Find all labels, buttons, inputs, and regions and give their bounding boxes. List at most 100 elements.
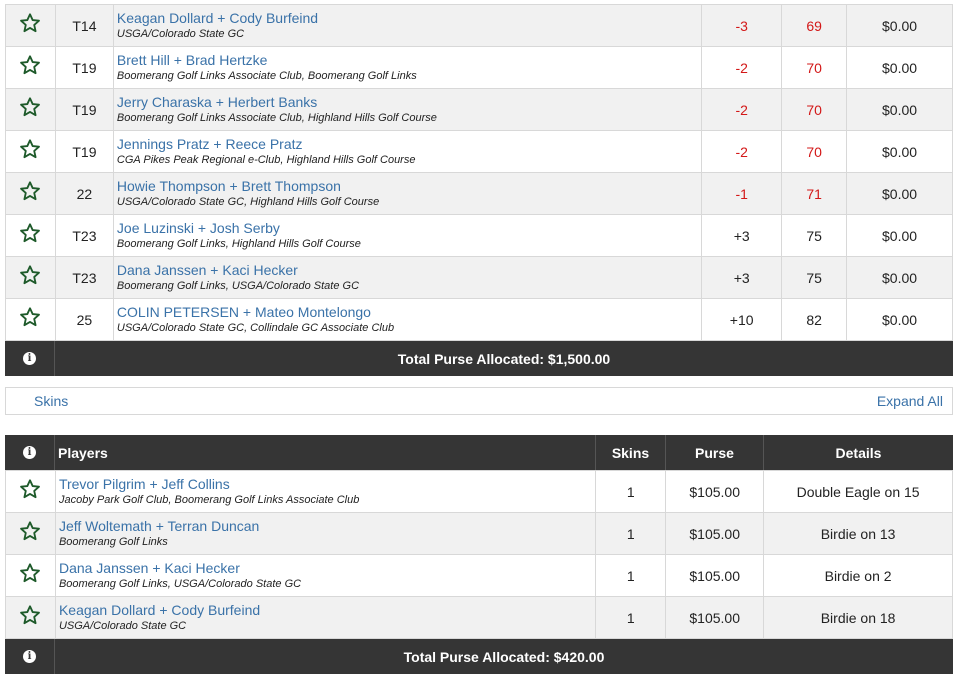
purse: $105.00: [689, 567, 740, 584]
team-clubs: Boomerang Golf Links, Highland Hills Gol…: [116, 237, 361, 250]
skins-total-purse: Total Purse Allocated: $420.00: [403, 648, 605, 665]
skins-table-header: i Players Skins Purse Details: [5, 435, 953, 470]
star-outline-icon[interactable]: [19, 478, 41, 500]
purse-header[interactable]: Purse: [666, 435, 764, 470]
team-names-link[interactable]: Jerry Charaska + Herbert Banks: [114, 94, 701, 111]
team-clubs: USGA/Colorado State GC: [116, 27, 245, 40]
to-par: -2: [735, 59, 748, 76]
skins-table: Trevor Pilgrim + Jeff Collins Jacoby Park…: [5, 470, 953, 639]
position: T14: [72, 17, 97, 34]
leaderboard-row: T19 Jennings Pratz + Reece Pratz CGA Pikes…: [5, 130, 953, 173]
skin-details: Double Eagle on 15: [796, 483, 920, 500]
purse: $105.00: [689, 483, 740, 500]
team-clubs: Boomerang Golf Links: [58, 535, 168, 548]
team-names-link[interactable]: Keagan Dollard + Cody Burfeind: [114, 10, 701, 27]
purse: $0.00: [882, 59, 918, 76]
details-header[interactable]: Details: [764, 435, 953, 470]
purse: $0.00: [882, 185, 918, 202]
purse: $105.00: [689, 609, 740, 626]
players-header[interactable]: Players: [55, 435, 596, 470]
skins-row: Jeff Woltemath + Terran Duncan Boomerang …: [5, 512, 953, 555]
team-names-link[interactable]: Jeff Woltemath + Terran Duncan: [56, 518, 595, 535]
leaderboard-row: T19 Brett Hill + Brad Hertzke Boomerang Go…: [5, 46, 953, 89]
position: T19: [72, 101, 97, 118]
skins-count: 1: [626, 609, 635, 626]
to-par: +3: [733, 269, 750, 286]
skins-header[interactable]: Skins: [596, 435, 666, 470]
team-names-link[interactable]: Keagan Dollard + Cody Burfeind: [56, 602, 595, 619]
skins-count: 1: [626, 567, 635, 584]
star-outline-icon[interactable]: [19, 138, 41, 160]
skins-count: 1: [626, 525, 635, 542]
star-outline-icon[interactable]: [19, 180, 41, 202]
team-names-link[interactable]: COLIN PETERSEN + Mateo Montelongo: [114, 304, 701, 321]
star-outline-icon[interactable]: [19, 520, 41, 542]
purse: $0.00: [882, 143, 918, 160]
team-clubs: CGA Pikes Peak Regional e-Club, Highland…: [116, 153, 416, 166]
expand-all-link[interactable]: Expand All: [877, 393, 943, 409]
to-par: -1: [735, 185, 748, 202]
team-clubs: Boomerang Golf Links Associate Club, Boo…: [116, 69, 417, 82]
score: 82: [806, 311, 822, 328]
star-outline-icon[interactable]: [19, 264, 41, 286]
purse: $0.00: [882, 101, 918, 118]
star-outline-icon[interactable]: [19, 12, 41, 34]
leaderboard-row: T23 Dana Janssen + Kaci Hecker Boomerang G…: [5, 256, 953, 299]
skins-total-bar: i Total Purse Allocated: $420.00: [5, 639, 953, 674]
to-par: +10: [729, 311, 754, 328]
skins-section-bar: Skins Expand All: [5, 387, 953, 415]
leaderboard-row: 25 COLIN PETERSEN + Mateo Montelongo USGA/…: [5, 298, 953, 341]
position: 22: [76, 185, 93, 202]
team-names-link[interactable]: Howie Thompson + Brett Thompson: [114, 178, 701, 195]
purse: $0.00: [882, 269, 918, 286]
skins-row: Trevor Pilgrim + Jeff Collins Jacoby Park…: [5, 470, 953, 513]
purse: $105.00: [689, 525, 740, 542]
info-icon[interactable]: i: [23, 446, 36, 459]
to-par: -2: [735, 143, 748, 160]
purse: $0.00: [882, 17, 918, 34]
position: 25: [76, 311, 93, 328]
position: T19: [72, 59, 97, 76]
leaderboard-total-bar: i Total Purse Allocated: $1,500.00: [5, 341, 953, 376]
team-clubs: Boomerang Golf Links, USGA/Colorado Stat…: [58, 577, 302, 590]
score: 71: [806, 185, 822, 202]
star-outline-icon[interactable]: [19, 96, 41, 118]
score: 69: [806, 17, 822, 34]
team-clubs: Boomerang Golf Links Associate Club, Hig…: [116, 111, 437, 124]
team-clubs: USGA/Colorado State GC, Collindale GC As…: [116, 321, 395, 334]
leaderboard-row: T19 Jerry Charaska + Herbert Banks Boomera…: [5, 88, 953, 131]
star-outline-icon[interactable]: [19, 54, 41, 76]
team-names-link[interactable]: Dana Janssen + Kaci Hecker: [56, 560, 595, 577]
to-par: -2: [735, 101, 748, 118]
score: 70: [806, 101, 822, 118]
skins-row: Dana Janssen + Kaci Hecker Boomerang Golf…: [5, 554, 953, 597]
team-clubs: USGA/Colorado State GC, Highland Hills G…: [116, 195, 380, 208]
team-names-link[interactable]: Jennings Pratz + Reece Pratz: [114, 136, 701, 153]
team-clubs: Boomerang Golf Links, USGA/Colorado Stat…: [116, 279, 360, 292]
purse: $0.00: [882, 227, 918, 244]
info-icon[interactable]: i: [23, 352, 36, 365]
star-outline-icon[interactable]: [19, 604, 41, 626]
score: 70: [806, 59, 822, 76]
to-par: +3: [733, 227, 750, 244]
star-outline-icon[interactable]: [19, 562, 41, 584]
position: T19: [72, 143, 97, 160]
leaderboard-row: T23 Joe Luzinski + Josh Serby Boomerang Go…: [5, 214, 953, 257]
leaderboard-table: T14 Keagan Dollard + Cody Burfeind USGA/Co…: [5, 4, 953, 341]
star-outline-icon[interactable]: [19, 222, 41, 244]
team-names-link[interactable]: Trevor Pilgrim + Jeff Collins: [56, 476, 595, 493]
team-names-link[interactable]: Joe Luzinski + Josh Serby: [114, 220, 701, 237]
position: T23: [72, 227, 97, 244]
team-clubs: USGA/Colorado State GC: [58, 619, 187, 632]
skin-details: Birdie on 2: [824, 567, 892, 584]
skins-row: Keagan Dollard + Cody Burfeind USGA/Color…: [5, 596, 953, 639]
info-icon[interactable]: i: [23, 650, 36, 663]
star-outline-icon[interactable]: [19, 306, 41, 328]
leaderboard-row: T14 Keagan Dollard + Cody Burfeind USGA/Co…: [5, 4, 953, 47]
skins-section-label[interactable]: Skins: [34, 393, 68, 409]
team-names-link[interactable]: Brett Hill + Brad Hertzke: [114, 52, 701, 69]
position: T23: [72, 269, 97, 286]
score: 75: [806, 227, 822, 244]
skin-details: Birdie on 18: [820, 609, 896, 626]
team-names-link[interactable]: Dana Janssen + Kaci Hecker: [114, 262, 701, 279]
